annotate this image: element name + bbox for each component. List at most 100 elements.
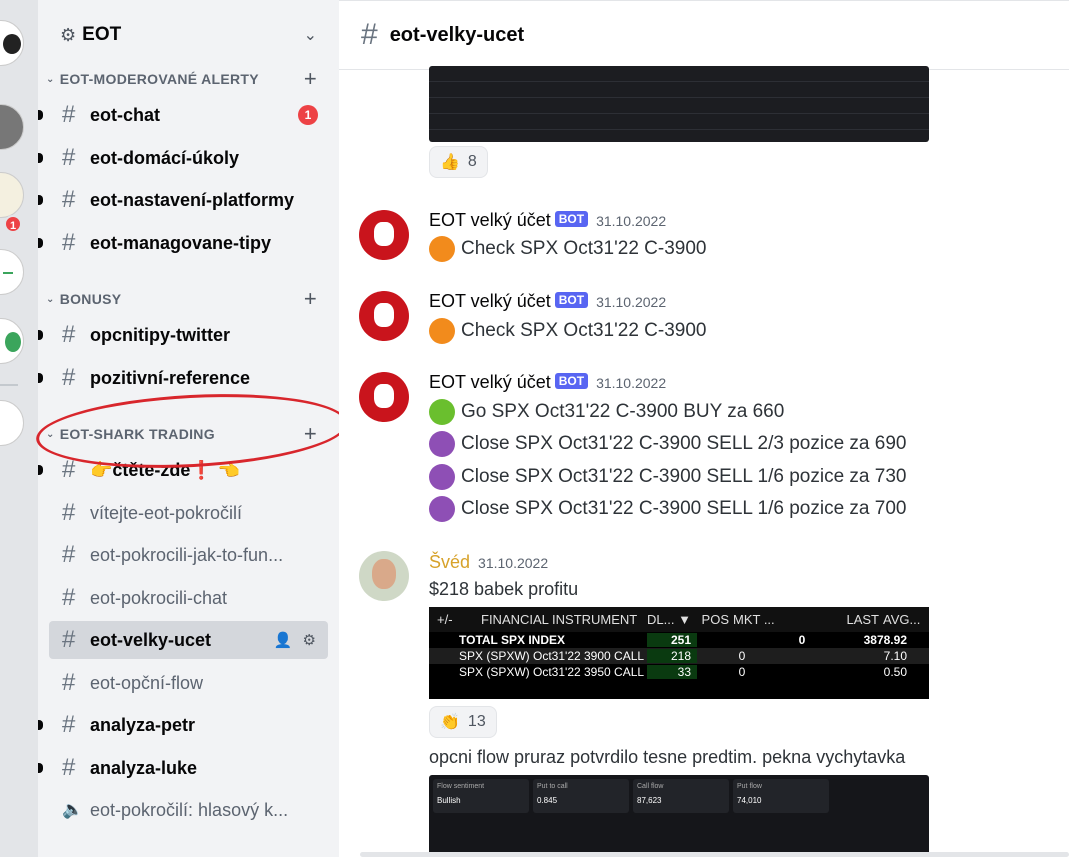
call-flow-card: Call flow 87,623 xyxy=(633,779,729,813)
message-text: Close SPX Oct31'22 C-3900 SELL 2/3 pozic… xyxy=(461,433,907,454)
server-icon-photo[interactable] xyxy=(0,104,24,150)
grapes-emoji-icon xyxy=(429,431,455,457)
server-header[interactable]: ⚙ EOT ⌄ xyxy=(38,0,339,70)
table-cell: 0.50 xyxy=(883,665,907,679)
reaction-clap[interactable]: 👏 13 xyxy=(429,706,497,738)
author-name[interactable]: EOT velký účet xyxy=(429,291,551,311)
channel-eot-chat[interactable]: # eot-chat 1 xyxy=(38,96,328,134)
add-server-icon[interactable] xyxy=(0,249,24,295)
server-rail: 1 xyxy=(0,0,38,857)
attached-screenshot-positions[interactable]: +/- FINANCIAL INSTRUMENT DL... ▼ POS MKT… xyxy=(429,607,929,699)
avatar[interactable] xyxy=(359,210,409,260)
message-text: Close SPX Oct31'22 C-3900 SELL 1/6 pozic… xyxy=(461,466,907,487)
category-moderovane-alerty[interactable]: ⌄ EOT-MODEROVANÉ ALERTY + xyxy=(38,66,339,92)
table-cell: 0 xyxy=(738,665,746,679)
channel-eot-domaci-ukoly[interactable]: # eot-domácí-úkoly xyxy=(38,139,328,177)
horizontal-scrollbar[interactable] xyxy=(360,852,1069,857)
table-row: TOTAL SPX INDEX 251 0 3878.92 xyxy=(429,632,929,648)
channel-label: eot-managovane-tipy xyxy=(90,232,272,253)
timestamp: 31.10.2022 xyxy=(478,555,549,571)
hash-icon: # xyxy=(62,364,76,391)
hash-icon: # xyxy=(62,584,76,611)
channel-eot-nastaveni-platformy[interactable]: # eot-nastavení-platformy xyxy=(38,181,328,219)
message-line: $218 babek profitu xyxy=(429,579,578,600)
add-channel-icon[interactable]: + xyxy=(304,66,317,92)
table-header-cell: MKT ... xyxy=(733,612,775,627)
orange-emoji-icon xyxy=(429,236,455,262)
reaction-thumbs-up[interactable]: 👍 8 xyxy=(429,146,488,178)
channel-pozitivni-reference[interactable]: # pozitivní-reference xyxy=(38,359,328,397)
channel-label: analyza-luke xyxy=(90,757,198,778)
channel-label: eot-chat xyxy=(90,104,161,125)
avatar[interactable] xyxy=(359,551,409,601)
speaker-icon: 🔈 xyxy=(62,800,84,819)
hash-icon: # xyxy=(62,229,76,256)
avatar[interactable] xyxy=(359,372,409,422)
category-label: EOT-MODEROVANÉ ALERTY xyxy=(59,71,259,87)
add-channel-icon[interactable]: + xyxy=(304,286,317,312)
rail-separator xyxy=(0,384,18,386)
channel-eot-pokrocili-chat[interactable]: # eot-pokrocili-chat xyxy=(49,579,328,617)
attached-screenshot-flow[interactable]: Flow sentiment Bullish Put to call 0.845… xyxy=(429,775,929,857)
hash-icon: # xyxy=(62,499,76,526)
flow-card-label: Put to call xyxy=(537,783,568,790)
gear-icon[interactable]: ⚙ xyxy=(303,631,316,649)
table-cell: TOTAL SPX INDEX xyxy=(459,633,566,647)
channel-eot-managovane-tipy[interactable]: # eot-managovane-tipy xyxy=(38,224,328,262)
flow-card-label: Flow sentiment xyxy=(437,783,485,790)
hash-icon: # xyxy=(62,144,76,171)
message-line: Close SPX Oct31'22 C-3900 SELL 1/6 pozic… xyxy=(429,464,906,490)
author-name[interactable]: Švéd xyxy=(429,552,470,572)
flow-card-label: Call flow xyxy=(637,783,664,790)
message-line: Check SPX Oct31'22 C-3900 xyxy=(429,236,706,262)
avatar[interactable] xyxy=(359,291,409,341)
bot-tag: BOT xyxy=(554,211,589,227)
category-bonusy[interactable]: ⌄ BONUSY + xyxy=(38,286,339,312)
channel-eot-opcni-flow[interactable]: # eot-opční-flow xyxy=(49,664,328,702)
hash-icon: # xyxy=(62,626,76,653)
author-name[interactable]: EOT velký účet xyxy=(429,210,551,230)
channel-sidebar: ⚙ EOT ⌄ ⌄ EOT-MODEROVANÉ ALERTY + # eot-… xyxy=(34,0,350,857)
channel-label: eot-pokročilí: hlasový k... xyxy=(90,799,289,820)
author-name[interactable]: EOT velký účet xyxy=(429,372,551,392)
table-cell: 218 xyxy=(647,649,697,663)
message-header: EOT velký účet BOT 31.10.2022 xyxy=(429,291,666,312)
hash-icon: # xyxy=(62,101,76,128)
channel-eot-velky-ucet[interactable]: # eot-velky-ucet 👤 ⚙ xyxy=(49,621,328,659)
message-header: EOT velký účet BOT 31.10.2022 xyxy=(429,210,666,231)
chevron-down-icon[interactable]: ⌄ xyxy=(304,25,317,45)
message-text: Go SPX Oct31'22 C-3900 BUY za 660 xyxy=(461,401,785,422)
table-cell: 251 xyxy=(647,633,697,647)
flow-card-label: Put flow xyxy=(737,783,762,790)
server-icon-ace[interactable] xyxy=(0,172,24,218)
table-header-cell: +/- xyxy=(437,612,453,627)
channel-analyza-petr[interactable]: # analyza-petr xyxy=(38,706,328,744)
server-icon-home[interactable] xyxy=(0,20,24,66)
attached-screenshot-top[interactable] xyxy=(429,66,929,142)
channel-eot-pokrocili-jak-to-fun[interactable]: # eot-pokrocili-jak-to-fun... xyxy=(49,536,328,574)
explore-servers-icon[interactable] xyxy=(0,318,24,364)
invite-member-icon[interactable]: 👤 xyxy=(274,631,293,649)
hash-icon: # xyxy=(62,669,76,696)
download-apps-icon[interactable] xyxy=(0,400,24,446)
hash-icon: # xyxy=(361,18,378,51)
chevron-down-icon: ⌄ xyxy=(46,293,55,305)
chat-main: # eot-velky-ucet 👍 8 EOT velký účet BOT 31… xyxy=(339,0,1069,857)
reaction-count: 13 xyxy=(467,713,486,730)
server-settings-icon: ⚙ xyxy=(60,24,77,45)
channel-vitejte-eot-pokrocili[interactable]: # vítejte-eot-pokročilí xyxy=(49,494,328,532)
channel-opcnitipy-twitter[interactable]: # opcnitipy-twitter xyxy=(38,316,328,354)
flow-card-value: 0.845 xyxy=(537,796,558,805)
table-header-cell: POS xyxy=(701,612,729,627)
channel-analyza-luke[interactable]: # analyza-luke xyxy=(38,749,328,787)
hash-icon: # xyxy=(62,321,76,348)
message-text: Close SPX Oct31'22 C-3900 SELL 1/6 pozic… xyxy=(461,498,907,519)
channel-label: eot-opční-flow xyxy=(90,672,204,693)
table-header-cell: FINANCIAL INSTRUMENT xyxy=(481,612,638,627)
unread-indicator xyxy=(38,110,43,120)
table-header-cell: LAST xyxy=(846,612,879,627)
voice-channel-eot-pokrocili[interactable]: 🔈 eot-pokročilí: hlasový k... xyxy=(49,791,328,829)
unread-indicator xyxy=(38,763,43,773)
unread-indicator xyxy=(38,720,43,730)
message-text: Check SPX Oct31'22 C-3900 xyxy=(461,238,707,259)
